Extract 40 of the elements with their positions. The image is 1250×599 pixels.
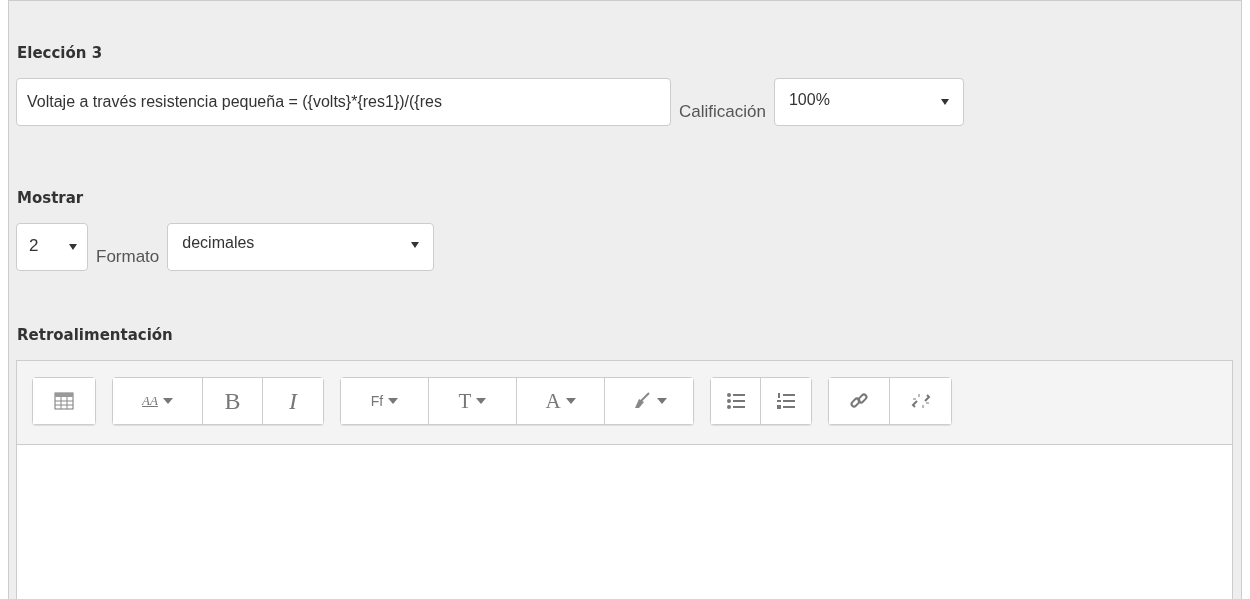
link-button[interactable]: [829, 378, 890, 424]
caret-icon: [162, 398, 173, 404]
section-heading: Retroalimentación: [17, 325, 174, 345]
size-glyph: T: [458, 388, 472, 414]
italic-button[interactable]: I: [263, 378, 323, 424]
size-button[interactable]: T: [429, 378, 517, 424]
bullet-list-icon: [725, 392, 746, 410]
color-glyph: A: [545, 388, 561, 414]
highlight-button[interactable]: [605, 378, 693, 424]
digits-select[interactable]: 2: [16, 223, 88, 271]
font-button[interactable]: Ff: [341, 378, 429, 424]
link-icon: [849, 392, 869, 410]
color-button[interactable]: A: [517, 378, 605, 424]
caret-icon: [656, 398, 667, 404]
numbers-button[interactable]: [761, 378, 811, 424]
caret-icon: [69, 244, 77, 250]
format-label: Formato: [96, 247, 160, 268]
numbered-list-icon: [776, 392, 796, 410]
unlink-button[interactable]: [890, 378, 951, 424]
section-heading: Elección 3: [17, 43, 104, 63]
caret-icon: [388, 398, 399, 404]
grade-select[interactable]: 100%: [773, 78, 964, 126]
styles-button[interactable]: AA: [113, 378, 203, 424]
table-button[interactable]: [33, 378, 95, 424]
caret-icon: [411, 242, 420, 248]
caret-icon: [476, 398, 487, 404]
styles-glyph: AA: [142, 393, 158, 409]
bold-glyph: B: [224, 387, 241, 415]
caret-icon: [565, 398, 576, 404]
grade-label: Calificación: [679, 102, 766, 123]
caret-icon: [940, 99, 949, 105]
format-select[interactable]: decimales: [167, 223, 435, 271]
bullets-button[interactable]: [711, 378, 761, 424]
italic-glyph: I: [289, 387, 297, 415]
font-glyph: Ff: [370, 393, 384, 409]
answer-field[interactable]: Voltaje a través resistencia pequeña = ({volts}*{res1})/({res: [16, 78, 671, 126]
section-heading: Mostrar: [17, 188, 85, 208]
bold-button[interactable]: B: [203, 378, 263, 424]
unlink-icon: [910, 392, 931, 410]
table-icon: [54, 392, 74, 410]
